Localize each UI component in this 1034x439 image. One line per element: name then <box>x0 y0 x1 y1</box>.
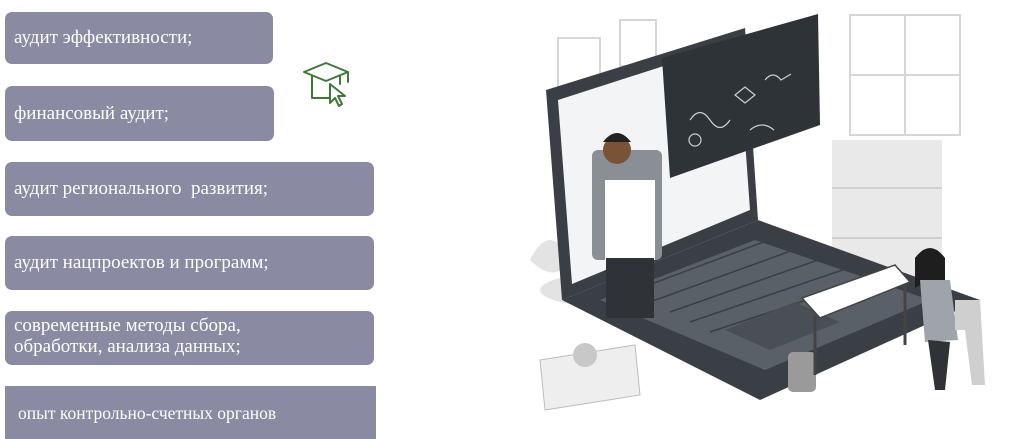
topic-label: финансовый аудит; <box>14 102 170 124</box>
graduation-cap-cursor-icon <box>303 62 349 107</box>
topic-national-projects-audit: аудит нацпроектов и программ; <box>5 236 374 290</box>
topic-data-methods: современные методы сбора, обработки, ана… <box>5 311 374 365</box>
topic-label: аудит нацпроектов и программ; <box>14 252 269 273</box>
topic-financial-audit: финансовый аудит; <box>5 86 274 141</box>
topic-regional-development-audit: аудит регионального развития; <box>5 162 374 216</box>
topic-label: аудит эффективности; <box>14 27 193 48</box>
topic-label: аудит регионального развития; <box>14 178 269 199</box>
topic-audit-efficiency: аудит эффективности; <box>5 12 273 64</box>
online-lesson-illustration <box>530 14 985 411</box>
topic-label: опыт контрольно-счетных органов <box>18 402 277 423</box>
topic-control-bodies-experience: опыт контрольно-счетных органов <box>5 386 376 439</box>
topic-label: современные методы сбора, обработки, ана… <box>14 315 241 357</box>
